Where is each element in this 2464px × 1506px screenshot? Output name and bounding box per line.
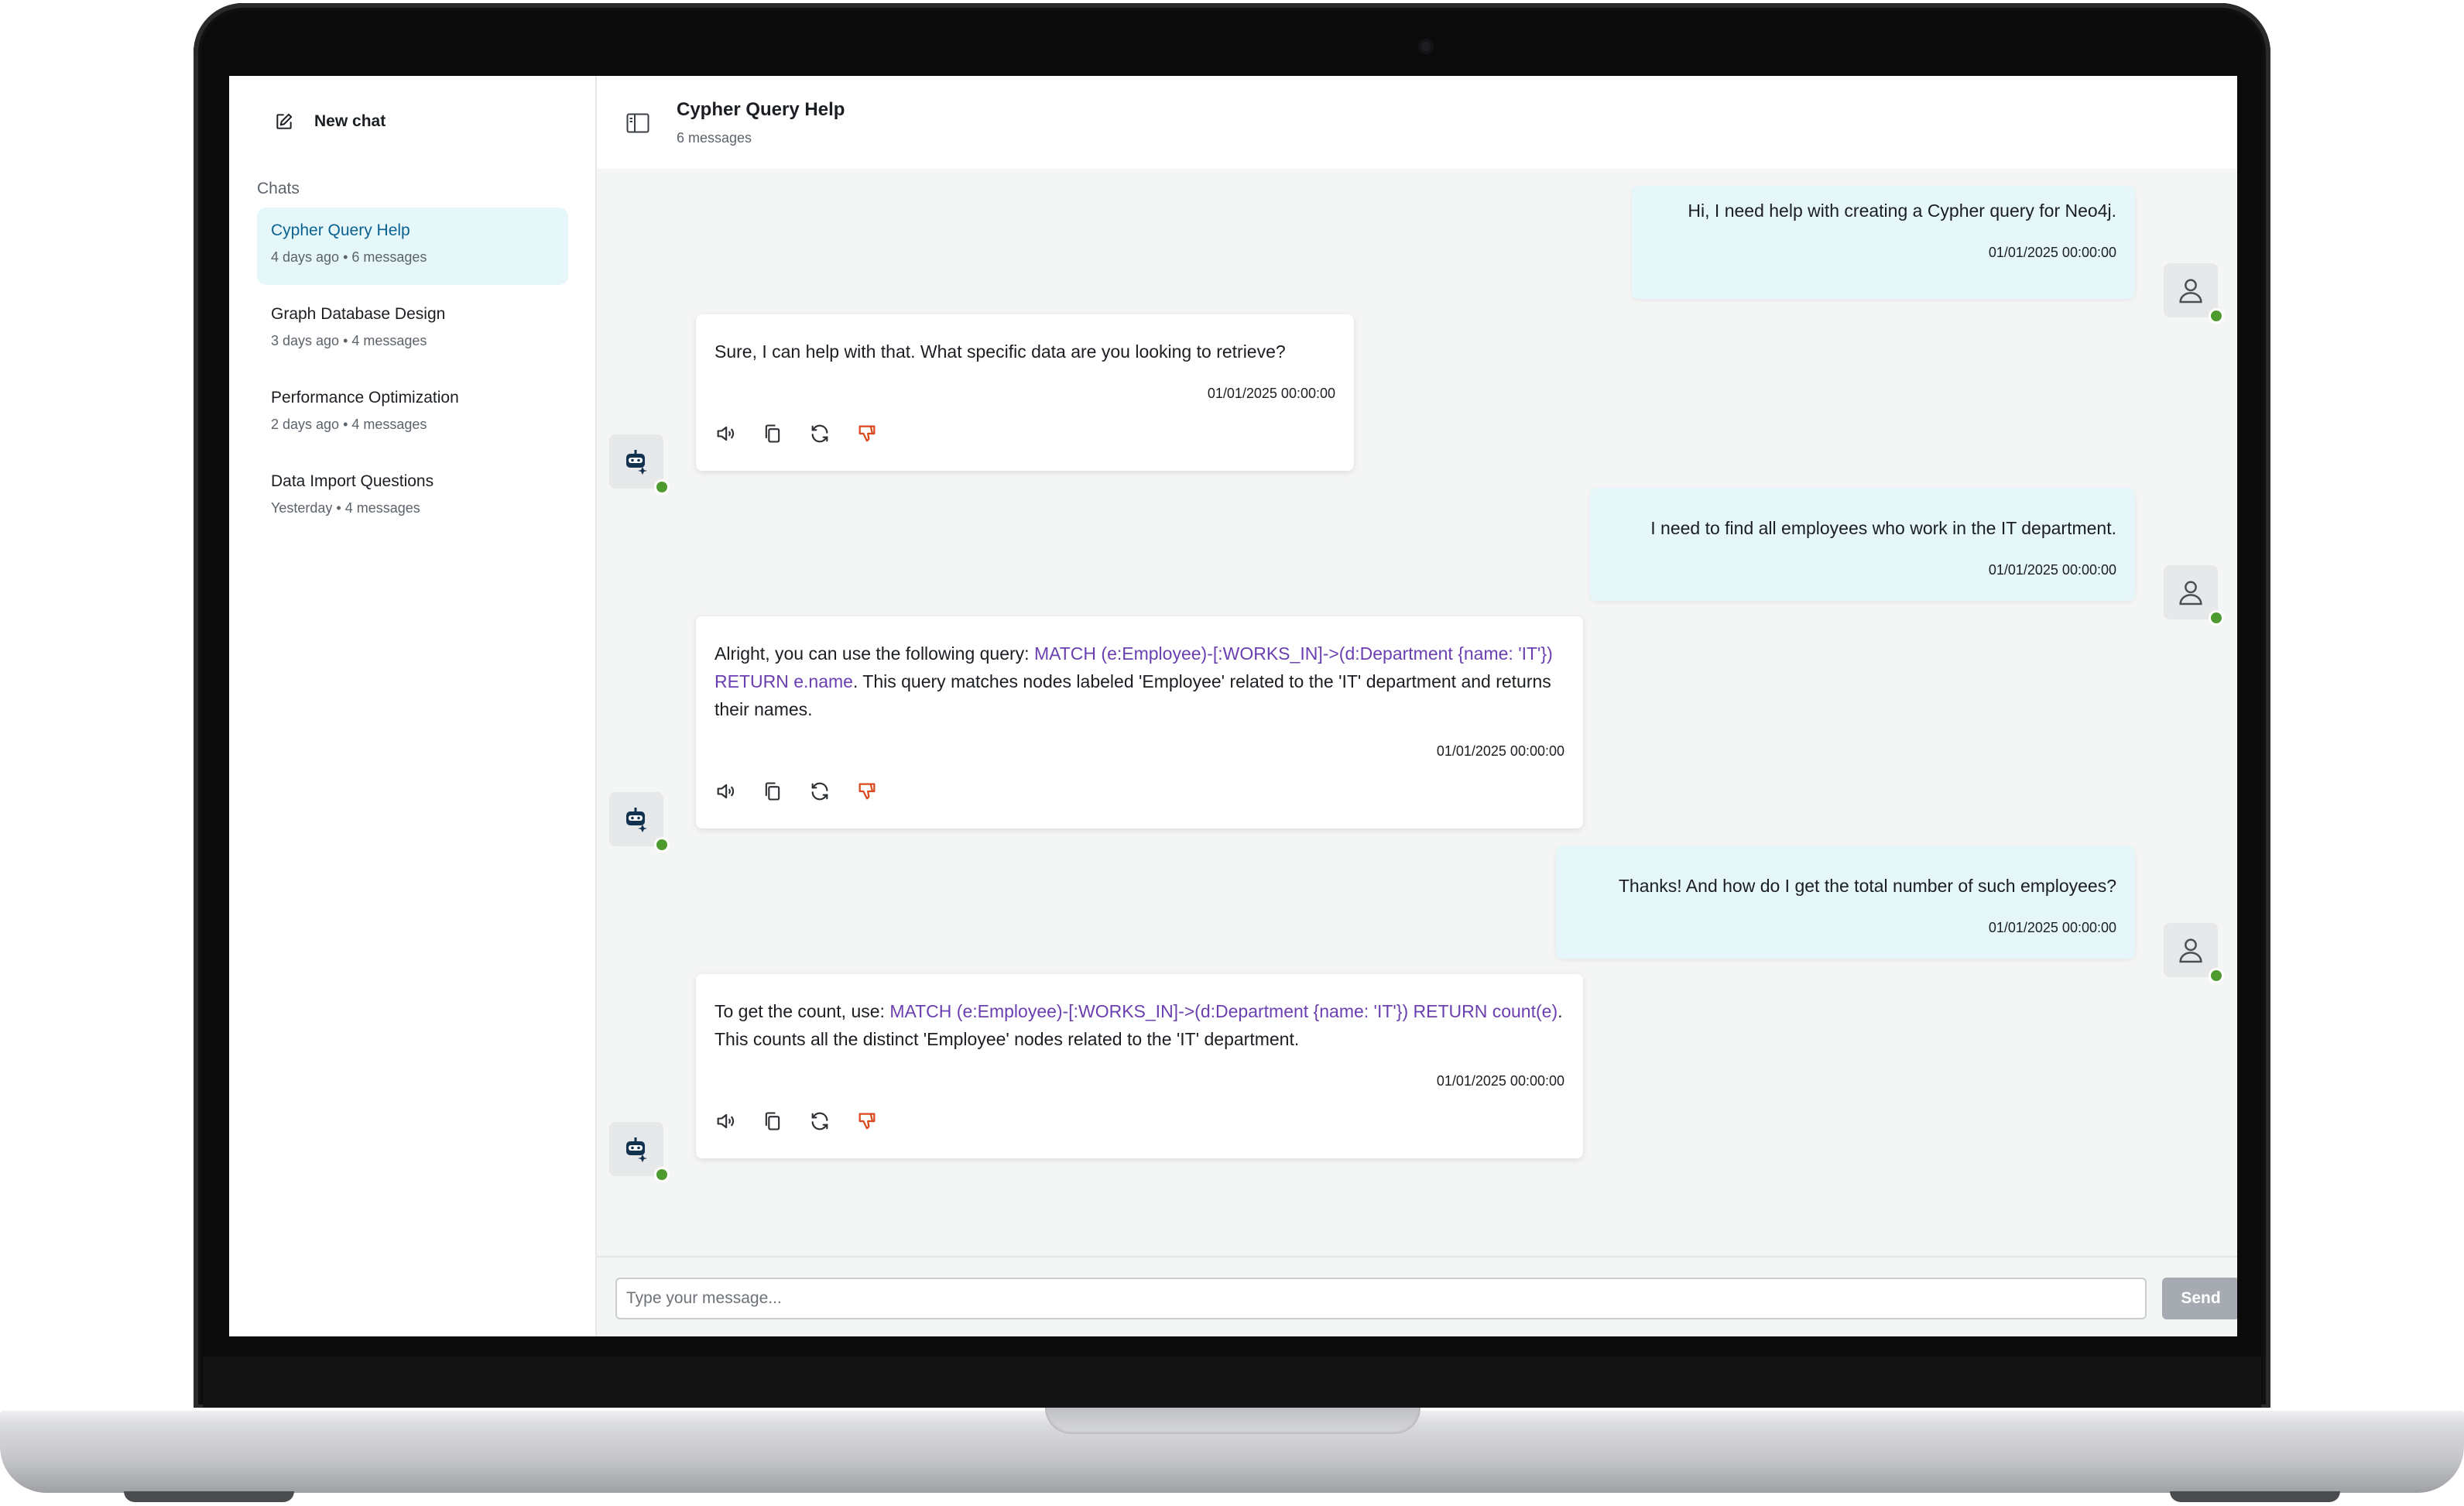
laptop-foot-left [124,1491,294,1502]
copy-icon[interactable] [762,780,783,802]
chat-item-title: Performance Optimization [271,389,459,407]
message-text: Sure, I can help with that. What specifi… [715,341,1286,362]
message-text: Hi, I need help with creating a Cypher q… [1688,201,2116,221]
user-icon [2179,581,2202,605]
message-timestamp: 01/01/2025 00:00:00 [1988,920,2116,935]
chat-item-graph-database-design[interactable]: Graph Database Design 3 days ago • 4 mes… [257,291,568,369]
chat-item-title: Data Import Questions [271,472,434,490]
user-icon [2179,938,2202,963]
message-timestamp: 01/01/2025 00:00:00 [1988,562,2116,578]
app-screen: New chat Chats Cypher Query Help 4 days … [229,76,2237,1336]
chat-item-title: Cypher Query Help [271,221,410,239]
message-timestamp: 01/01/2025 00:00:00 [1436,1073,1564,1089]
assistant-avatar [609,792,670,852]
message-composer: Send [597,1256,2237,1336]
assistant-message: Sure, I can help with that. What specifi… [696,314,1354,471]
refresh-icon[interactable] [809,780,831,802]
message-text: Thanks! And how do I get the total numbe… [1618,876,2116,896]
message-text: I need to find all employees who work in… [1650,518,2116,538]
message-timestamp: 01/01/2025 00:00:00 [1436,743,1564,759]
chat-item-performance-optimization[interactable]: Performance Optimization 2 days ago • 4 … [257,375,568,452]
user-icon [2179,279,2202,304]
assistant-avatar [609,1122,670,1182]
chat-item-data-import-questions[interactable]: Data Import Questions Yesterday • 4 mess… [257,458,568,536]
thumbs-down-icon[interactable] [856,423,878,444]
robot-icon [626,450,647,475]
online-status-dot [654,479,670,495]
sidebar: New chat Chats Cypher Query Help 4 days … [229,76,597,1336]
message-timestamp: 01/01/2025 00:00:00 [1207,386,1335,401]
refresh-icon[interactable] [809,423,831,444]
user-message: Thanks! And how do I get the total numbe… [1556,846,2135,959]
assistant-message: Alright, you can use the following query… [696,616,1583,828]
chats-heading: Chats [257,180,300,197]
robot-icon [626,808,647,832]
new-chat-button[interactable]: New chat [274,111,386,132]
user-avatar [2164,923,2224,983]
message-text-before: To get the count, use: [715,1001,890,1021]
user-message: Hi, I need help with creating a Cypher q… [1632,186,2135,299]
new-chat-label: New chat [314,112,386,130]
chat-item-meta: 4 days ago • 6 messages [271,249,427,265]
page-title: Cypher Query Help [677,99,845,120]
chat-item-meta: 3 days ago • 4 messages [271,333,427,348]
chat-item-cypher-query-help[interactable]: Cypher Query Help 4 days ago • 6 message… [257,208,568,285]
message-actions [715,1110,878,1132]
speaker-icon[interactable] [715,1110,736,1132]
online-status-dot [2209,610,2224,626]
message-text-before: Alright, you can use the following query… [715,643,1034,664]
speaker-icon[interactable] [715,423,736,444]
user-avatar [2164,263,2224,324]
online-status-dot [654,1167,670,1182]
edit-icon [276,113,293,129]
robot-icon [626,1137,647,1162]
camera [1418,39,1434,54]
assistant-message: To get the count, use: MATCH (e:Employee… [696,974,1583,1158]
refresh-icon[interactable] [809,1110,831,1132]
cypher-query: MATCH (e:Employee)-[:WORKS_IN]->(d:Depar… [889,1001,1558,1021]
message-text: Alright, you can use the following query… [715,640,1564,723]
chat-item-meta: 2 days ago • 4 messages [271,417,427,432]
laptop-hinge [203,1357,2261,1409]
copy-icon[interactable] [762,1110,783,1132]
online-status-dot [654,837,670,852]
message-count: 6 messages [677,130,752,146]
chat-header: Cypher Query Help 6 messages [597,76,2237,169]
copy-icon[interactable] [762,423,783,444]
laptop-foot-right [2170,1491,2340,1502]
laptop-notch [1045,1408,1420,1434]
user-message: I need to find all employees who work in… [1590,488,2135,601]
thumbs-down-icon[interactable] [856,780,878,802]
chat-item-title: Graph Database Design [271,305,446,323]
message-text: To get the count, use: MATCH (e:Employee… [715,997,1564,1053]
message-actions [715,780,878,802]
online-status-dot [2209,968,2224,983]
sidebar-toggle-icon[interactable] [626,113,649,133]
chat-main: Cypher Query Help 6 messages Hi, I need … [597,76,2237,1336]
user-avatar [2164,565,2224,626]
speaker-icon[interactable] [715,780,736,802]
chat-item-meta: Yesterday • 4 messages [271,500,420,516]
assistant-avatar [609,434,670,495]
message-timestamp: 01/01/2025 00:00:00 [1988,245,2116,260]
online-status-dot [2209,308,2224,324]
send-button[interactable]: Send [2162,1278,2237,1319]
message-input[interactable] [615,1278,2147,1319]
thumbs-down-icon[interactable] [856,1110,878,1132]
message-actions [715,423,878,444]
